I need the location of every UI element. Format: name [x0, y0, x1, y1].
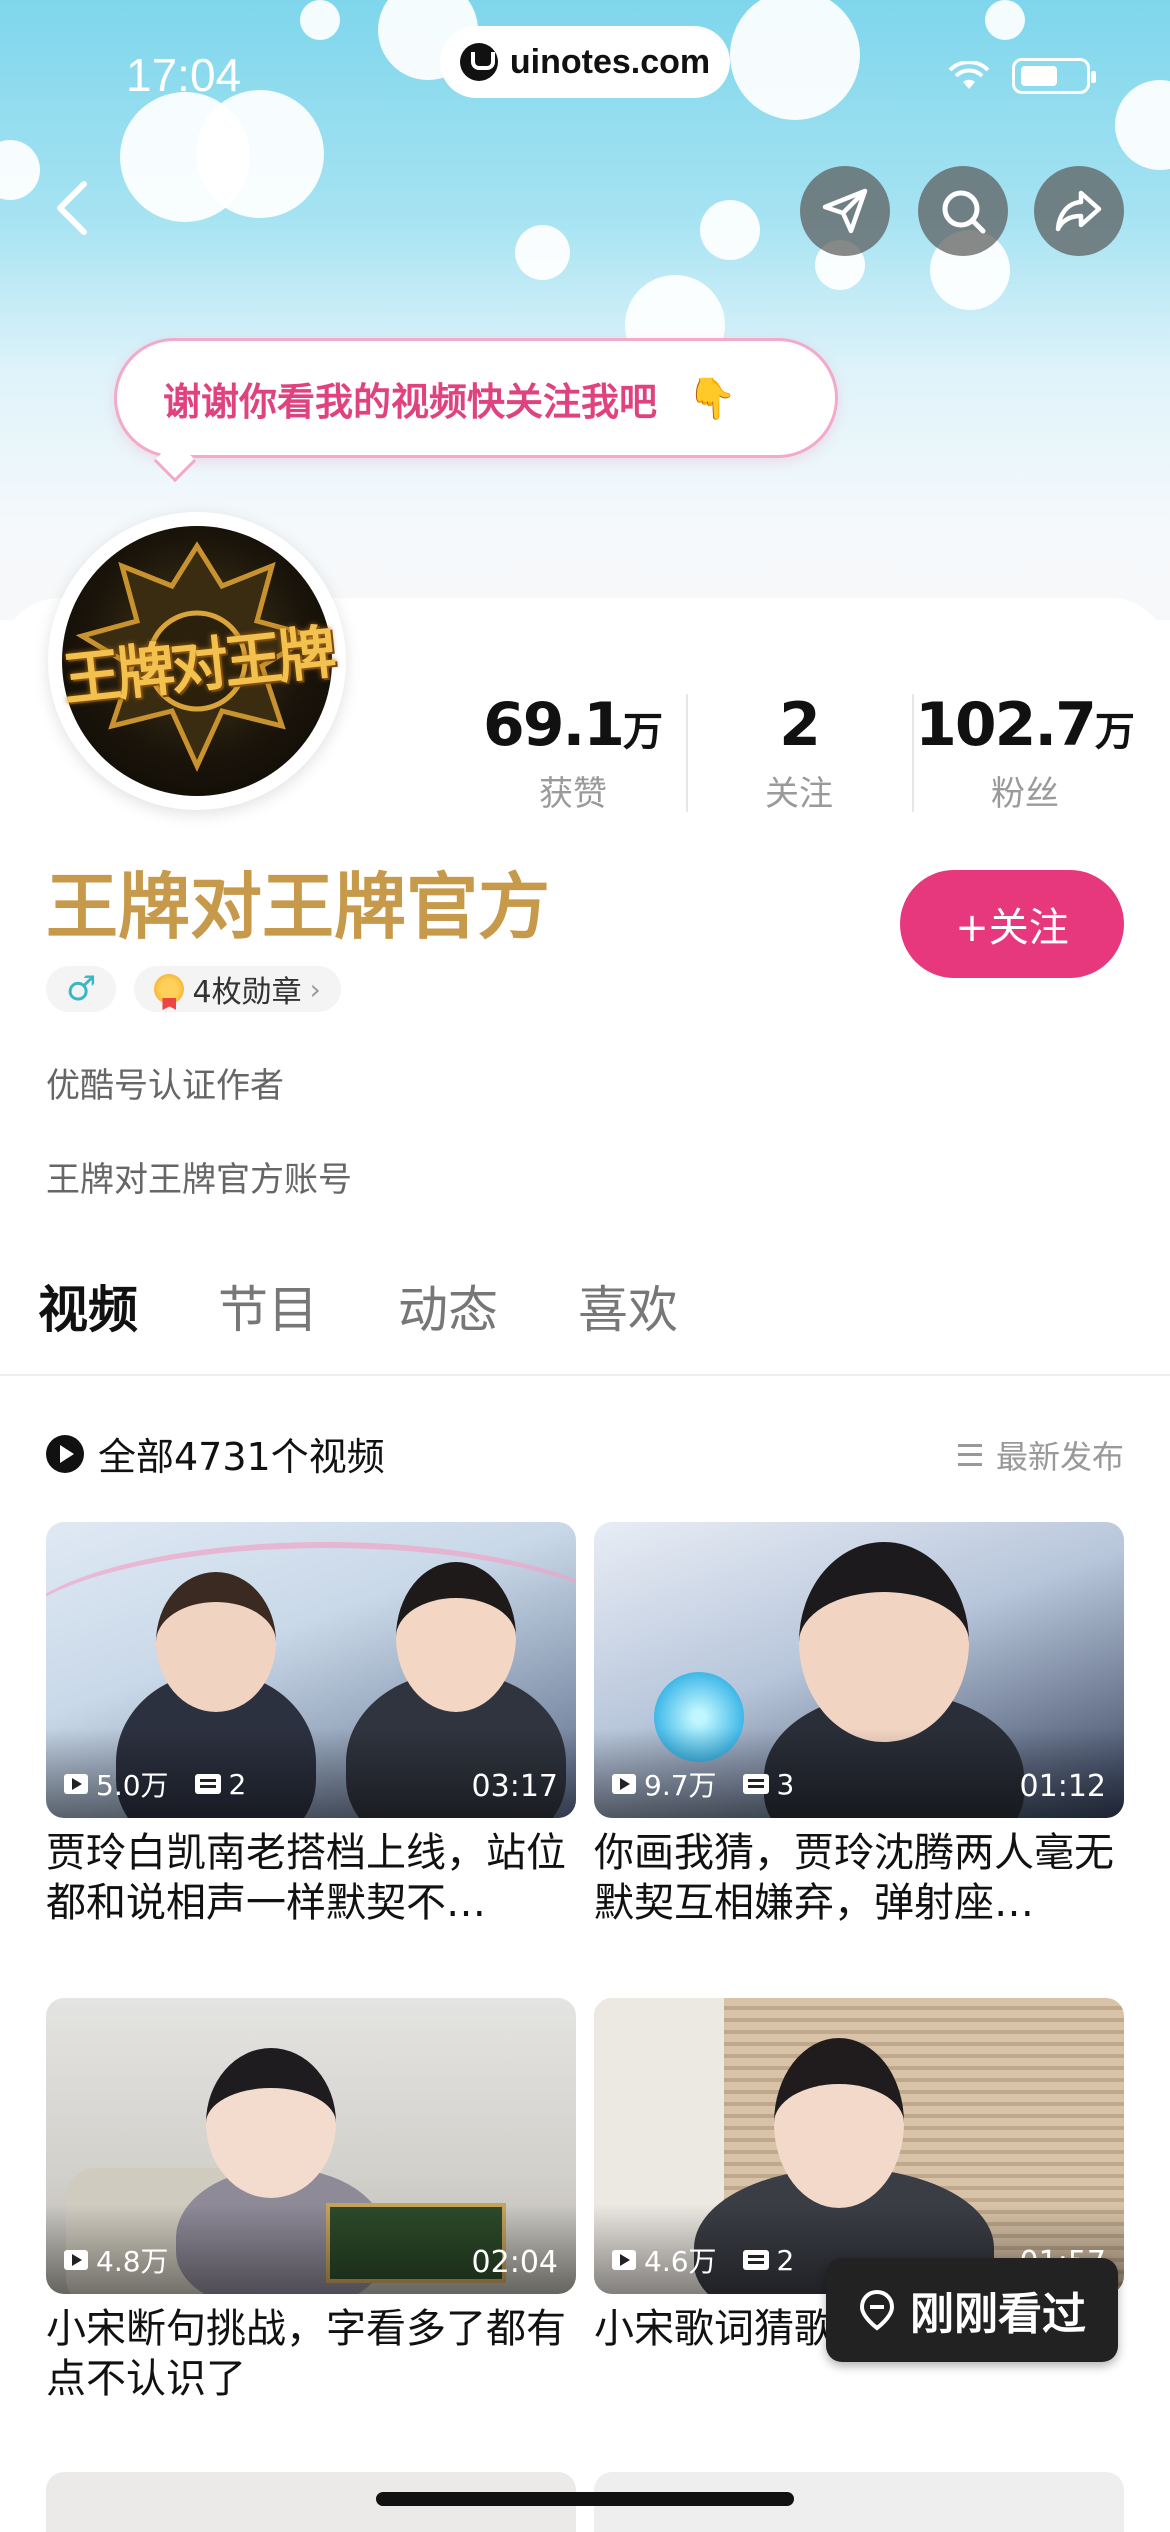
video-title: 你画我猜，贾玲沈腾两人毫无默契互相嫌弃，弹射座…: [594, 1830, 1114, 1926]
video-thumbnail: 4.8万 02:04: [46, 1998, 576, 2294]
back-button[interactable]: [42, 168, 102, 248]
send-button[interactable]: [800, 166, 890, 256]
video-thumbnail: 4.6万 2 01:57: [594, 1998, 1124, 2294]
stat-following[interactable]: 2 关注: [686, 690, 912, 815]
follow-prompt-bubble: 谢谢你看我的视频快关注我吧 👇: [114, 338, 838, 458]
home-indicator[interactable]: [376, 2492, 794, 2506]
bio-text: 王牌对王牌官方账号: [46, 1160, 352, 1200]
follow-prompt-text: 谢谢你看我的视频快关注我吧: [163, 379, 658, 424]
search-button[interactable]: [918, 166, 1008, 256]
profile-tabs: 视频 节目 动态 喜欢: [38, 1270, 678, 1342]
views-icon: [612, 1774, 636, 1794]
sort-button[interactable]: 最新发布: [957, 1432, 1124, 1478]
danmaku-icon: [742, 1774, 769, 1794]
verification-text: 优酷号认证作者: [46, 1066, 284, 1106]
tab-programs[interactable]: 节目: [218, 1270, 318, 1342]
status-icons: [948, 58, 1096, 94]
tabs-divider: [0, 1374, 1170, 1376]
video-card[interactable]: 4.8万 02:04 小宋断句挑战，字看多了都有点不认识了: [46, 1998, 576, 2404]
profile-stats: 69.1万 获赞 2 关注 102.7万 粉丝: [460, 690, 1138, 815]
chevron-left-icon: [57, 181, 87, 235]
watermark-logo-icon: [459, 43, 498, 81]
video-card[interactable]: 5.0万 2 03:17 贾玲白凯南老搭档上线，站位都和说相声一样默契不…: [46, 1522, 576, 1928]
video-title: 小宋断句挑战，字看多了都有点不认识了: [46, 2306, 566, 2402]
stat-followers[interactable]: 102.7万 粉丝: [912, 690, 1138, 815]
danmaku-icon: [742, 2250, 769, 2270]
tab-likes[interactable]: 喜欢: [578, 1270, 678, 1342]
medal-icon: [154, 974, 185, 1004]
gender-tag: ♂: [46, 966, 117, 1012]
video-thumbnail: 9.7万 3 01:12: [594, 1522, 1124, 1818]
pointing-down-icon: 👇: [687, 375, 737, 422]
wifi-icon: [948, 61, 990, 89]
tab-videos[interactable]: 视频: [38, 1270, 138, 1342]
watermark: uinotes.com: [440, 26, 730, 98]
battery-icon: [1012, 58, 1096, 94]
play-circle-icon: [46, 1434, 84, 1473]
chevron-right-icon: ›: [309, 972, 321, 1006]
video-duration: 02:04: [471, 2245, 558, 2280]
avatar[interactable]: 王牌对王牌: [48, 512, 346, 810]
profile-name: 王牌对王牌官方: [46, 865, 551, 949]
location-pin-icon: [859, 2289, 895, 2331]
video-card[interactable]: 9.7万 3 01:12 你画我猜，贾玲沈腾两人毫无默契互相嫌弃，弹射座…: [594, 1522, 1124, 1928]
tab-updates[interactable]: 动态: [398, 1270, 498, 1342]
video-duration: 03:17: [471, 1769, 558, 1804]
video-thumbnail: 5.0万 2 03:17: [46, 1522, 576, 1818]
medals-tag[interactable]: 4枚勋章 ›: [134, 966, 341, 1012]
male-icon: ♂: [66, 969, 97, 1009]
danmaku-icon: [194, 1774, 221, 1794]
views-icon: [64, 2250, 88, 2270]
paper-plane-icon: [822, 188, 868, 234]
views-icon: [64, 1774, 88, 1794]
video-title: 贾玲白凯南老搭档上线，站位都和说相声一样默契不…: [46, 1830, 566, 1926]
search-icon: [942, 190, 986, 234]
views-icon: [612, 2250, 636, 2270]
follow-button[interactable]: +关注: [900, 870, 1124, 978]
share-button[interactable]: [1034, 166, 1124, 256]
status-time: 17:04: [126, 49, 242, 101]
list-icon: [957, 1444, 982, 1466]
share-icon: [1055, 190, 1102, 232]
profile-tags: ♂ 4枚勋章 ›: [46, 966, 341, 1012]
stat-likes[interactable]: 69.1万 获赞: [460, 690, 686, 815]
video-count-header: 全部4731个视频: [46, 1426, 385, 1481]
video-duration: 01:12: [1019, 1769, 1106, 1804]
recently-watched-button[interactable]: 刚刚看过: [826, 2258, 1118, 2362]
